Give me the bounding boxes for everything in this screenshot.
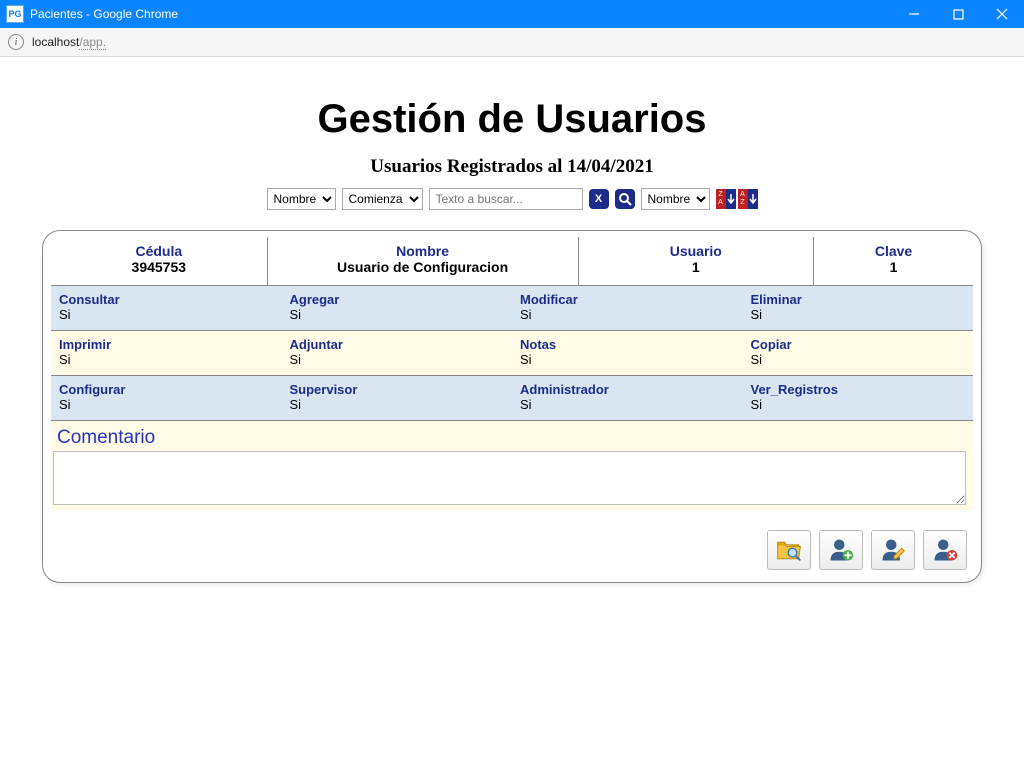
close-icon <box>996 8 1008 20</box>
maximize-button[interactable] <box>936 0 980 28</box>
window-title: Pacientes - Google Chrome <box>30 7 892 21</box>
field-select[interactable]: Nombre <box>267 188 336 210</box>
perm-value: Si <box>59 352 274 367</box>
perm-value: Si <box>751 352 966 367</box>
perm-value: Si <box>520 397 735 412</box>
perm-cell: CopiarSi <box>743 331 974 375</box>
perm-label: Copiar <box>751 337 966 352</box>
hdr-clave: Clave 1 <box>814 237 973 286</box>
search-button[interactable] <box>615 189 635 209</box>
perm-cell: EliminarSi <box>743 286 974 330</box>
sort-field-select[interactable]: Nombre <box>641 188 710 210</box>
hdr-cedula: Cédula 3945753 <box>51 237 268 286</box>
perm-label: Adjuntar <box>290 337 505 352</box>
arrow-down-icon <box>727 193 735 205</box>
perm-label: Configurar <box>59 382 274 397</box>
sort-asc-icon: AZ <box>738 189 748 209</box>
info-icon[interactable]: i <box>8 34 24 50</box>
perm-value: Si <box>290 397 505 412</box>
perm-cell: ConsultarSi <box>51 286 282 330</box>
arrow-down-icon <box>749 193 757 205</box>
user-delete-icon <box>931 536 959 564</box>
comment-textarea[interactable] <box>53 451 966 505</box>
perm-cell: AdjuntarSi <box>282 331 513 375</box>
url-display[interactable]: localhost/app. <box>32 35 106 49</box>
url-bar: i localhost/app. <box>0 28 1024 57</box>
perm-value: Si <box>59 307 274 322</box>
minimize-icon <box>908 8 920 20</box>
close-button[interactable] <box>980 0 1024 28</box>
url-host: localhost <box>32 35 79 49</box>
perm-value: Si <box>59 397 274 412</box>
perm-cell: Ver_RegistrosSi <box>743 376 974 420</box>
perm-row: ConfigurarSiSupervisorSiAdministradorSiV… <box>51 376 973 421</box>
maximize-icon <box>953 9 964 20</box>
url-path: /app. <box>79 35 106 50</box>
perm-label: Consultar <box>59 292 274 307</box>
perm-cell: ImprimirSi <box>51 331 282 375</box>
user-plus-icon <box>827 536 855 564</box>
titlebar: PG Pacientes - Google Chrome <box>0 0 1024 28</box>
perm-label: Modificar <box>520 292 735 307</box>
sort-desc-button[interactable]: ZA <box>716 189 736 209</box>
match-select[interactable]: Comienza <box>342 188 423 210</box>
action-bar <box>51 530 973 570</box>
app-icon: PG <box>6 5 24 23</box>
perm-label: Ver_Registros <box>751 382 966 397</box>
perm-label: Imprimir <box>59 337 274 352</box>
perm-cell: SupervisorSi <box>282 376 513 420</box>
perm-cell: ConfigurarSi <box>51 376 282 420</box>
view-user-button[interactable] <box>767 530 811 570</box>
search-icon <box>618 192 632 206</box>
delete-user-button[interactable] <box>923 530 967 570</box>
user-edit-icon <box>879 536 907 564</box>
page-subtitle: Usuarios Registrados al 14/04/2021 <box>12 156 1012 178</box>
perm-label: Agregar <box>290 292 505 307</box>
perm-row: ConsultarSiAgregarSiModificarSiEliminarS… <box>51 286 973 331</box>
perm-cell: AgregarSi <box>282 286 513 330</box>
perm-value: Si <box>520 352 735 367</box>
hdr-nombre: Nombre Usuario de Configuracion <box>268 237 579 286</box>
clear-search-button[interactable]: X <box>589 189 609 209</box>
comment-label: Comentario <box>57 427 973 449</box>
sort-asc-button[interactable]: AZ <box>738 189 758 209</box>
perm-value: Si <box>751 397 966 412</box>
perm-row: ImprimirSiAdjuntarSiNotasSiCopiarSi <box>51 331 973 376</box>
search-bar: Nombre Comienza X Nombre ZA <box>12 188 1012 210</box>
perm-label: Administrador <box>520 382 735 397</box>
perm-cell: NotasSi <box>512 331 743 375</box>
page-title: Gestión de Usuarios <box>12 97 1012 142</box>
perm-label: Eliminar <box>751 292 966 307</box>
perm-value: Si <box>290 307 505 322</box>
perm-value: Si <box>290 352 505 367</box>
sort-desc-icon: ZA <box>716 189 726 209</box>
perm-label: Notas <box>520 337 735 352</box>
perm-cell: AdministradorSi <box>512 376 743 420</box>
user-card: Cédula 3945753 Nombre Usuario de Configu… <box>42 230 982 583</box>
folder-search-icon <box>775 536 803 564</box>
user-header-row: Cédula 3945753 Nombre Usuario de Configu… <box>51 237 973 286</box>
perm-value: Si <box>520 307 735 322</box>
perm-cell: ModificarSi <box>512 286 743 330</box>
add-user-button[interactable] <box>819 530 863 570</box>
perm-value: Si <box>751 307 966 322</box>
search-input[interactable] <box>430 190 582 208</box>
edit-user-button[interactable] <box>871 530 915 570</box>
minimize-button[interactable] <box>892 0 936 28</box>
perm-label: Supervisor <box>290 382 505 397</box>
hdr-usuario: Usuario 1 <box>579 237 814 286</box>
